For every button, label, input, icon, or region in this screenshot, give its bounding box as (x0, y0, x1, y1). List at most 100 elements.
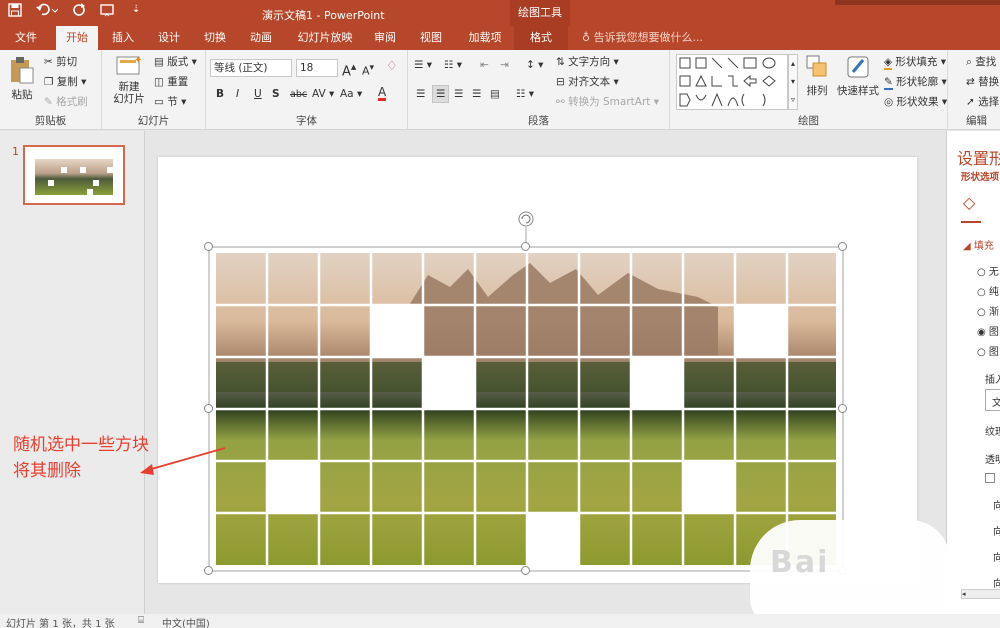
font-size-dropdown[interactable]: 18 (296, 59, 338, 77)
change-case-button[interactable]: Aa ▾ (340, 88, 362, 100)
tab-home[interactable]: 开始 (56, 26, 98, 50)
fill-option-none-label: 无 (988, 267, 999, 278)
replace-button[interactable]: ⇄ 替换 (966, 74, 999, 89)
shrink-font-button[interactable]: A▾ (362, 62, 374, 78)
shape-outline-button[interactable]: ✎ 形状轮廓 ▾ (884, 74, 947, 90)
rotate-handle-icon[interactable] (518, 211, 534, 227)
align-right-button[interactable]: ☰ (454, 88, 463, 100)
tab-format[interactable]: 格式 (514, 26, 568, 50)
language-status[interactable]: 中文(中国) (162, 615, 210, 628)
align-text-button[interactable]: ⊟ 对齐文本 ▾ (556, 74, 619, 89)
tab-addins[interactable]: 加载项 (462, 26, 508, 50)
tab-design[interactable]: 设计 (152, 26, 186, 50)
increase-indent-button[interactable]: ⇥ (500, 59, 509, 71)
drawing-group: ▴ ▾ ▿ 排列 快速样式 ◈ 形状填充 ▾ ✎ 形状轮廓 ▾ ◎ 形状效果 ▾ 绘… (670, 50, 948, 130)
gallery-scroll[interactable]: ▴ ▾ ▿ (788, 54, 798, 110)
line-spacing-button[interactable]: ↕ ▾ (526, 59, 543, 71)
tab-view[interactable]: 视图 (414, 26, 448, 50)
resize-handle-r[interactable] (838, 404, 847, 413)
distributed-button[interactable]: ▤ (490, 88, 500, 100)
resize-handle-l[interactable] (204, 404, 213, 413)
clear-formatting-icon[interactable]: ♢ (386, 59, 398, 74)
spell-check-icon[interactable]: ⌸ (138, 615, 144, 626)
active-tab-underline (961, 221, 981, 223)
align-text-icon: ⊟ (556, 76, 565, 88)
pane-scrollbar[interactable]: ◂ (961, 589, 1000, 599)
annotation-text: 随机选中一些方块 将其删除 (13, 432, 149, 484)
numbering-button[interactable]: ☷ ▾ (444, 59, 462, 71)
italic-button[interactable]: I (236, 88, 239, 100)
offset-label-2: 向 (993, 523, 1000, 538)
char-spacing-label: AV (312, 88, 326, 100)
customize-toolbar-icon[interactable]: ⇣ (132, 3, 140, 21)
fill-option-none[interactable]: ○ 无 (977, 263, 999, 278)
arrange-label: 排列 (806, 85, 828, 97)
slide-number: 1 (12, 145, 19, 158)
fill-line-icon[interactable]: ◇ (963, 193, 975, 212)
shadow-button[interactable]: S (272, 88, 280, 100)
tab-slideshow[interactable]: 幻灯片放映 (294, 26, 356, 50)
grow-font-button[interactable]: A▴ (342, 60, 356, 79)
tab-file[interactable]: 文件 (8, 26, 44, 50)
resize-handle-tr[interactable] (838, 242, 847, 251)
fill-option-solid[interactable]: ○ 纯 (977, 283, 999, 298)
layout-button[interactable]: ▤ 版式 ▾ (154, 54, 197, 69)
tab-transitions[interactable]: 切换 (198, 26, 232, 50)
fill-option-picture[interactable]: ◉ 图 (977, 323, 999, 338)
char-spacing-button[interactable]: AV ▾ (312, 88, 334, 100)
scissors-icon: ✂ (44, 56, 53, 68)
resize-handle-tl[interactable] (204, 242, 213, 251)
resize-handle-b[interactable] (521, 566, 530, 575)
convert-smartart-button[interactable]: ⚯ 转换为 SmartArt ▾ (556, 94, 659, 109)
pane-title: 设置形 (957, 149, 1000, 168)
justify-button[interactable]: ☰ (472, 88, 481, 100)
quick-styles-button[interactable]: 快速样式 (834, 54, 882, 98)
font-name-value: 等线 (正文) (210, 59, 292, 77)
align-left-button[interactable]: ☰ (416, 88, 425, 100)
bullets-button[interactable]: ☰ ▾ (414, 59, 432, 71)
fill-section-header[interactable]: ◢ 填充 (963, 237, 994, 252)
shape-fill-button[interactable]: ◈ 形状填充 ▾ (884, 54, 946, 70)
select-button[interactable]: ➚ 选择 (966, 94, 999, 109)
align-center-button[interactable]: ☰ (432, 85, 450, 103)
thumbnail-pane: 1 (0, 131, 145, 614)
fill-option-gradient[interactable]: ○ 渐 (977, 303, 999, 318)
bold-button[interactable]: B (216, 88, 224, 100)
paint-bucket-icon: ◈ (884, 56, 893, 70)
start-from-beginning-icon[interactable] (100, 3, 118, 21)
columns-button[interactable]: ☷ ▾ (516, 88, 534, 100)
font-name-dropdown[interactable]: 等线 (正文) (210, 59, 292, 77)
resize-handle-bl[interactable] (204, 566, 213, 575)
shape-effects-button[interactable]: ◎ 形状效果 ▾ (884, 94, 947, 109)
tile-checkbox[interactable] (985, 473, 995, 483)
redo-icon[interactable] (72, 3, 86, 21)
section-button[interactable]: ▭ 节 ▾ (154, 94, 186, 109)
undo-icon[interactable] (36, 3, 59, 21)
shapes-gallery[interactable] (676, 54, 788, 110)
drawing-group-label: 绘图 (798, 115, 819, 127)
tab-animations[interactable]: 动画 (244, 26, 278, 50)
insert-file-button[interactable]: 文 (985, 389, 1000, 411)
strikethrough-button[interactable]: abc (290, 89, 307, 100)
decrease-indent-button[interactable]: ⇤ (480, 59, 489, 71)
cut-button[interactable]: ✂ 剪切 (44, 54, 77, 69)
format-painter-button[interactable]: ✎ 格式刷 (44, 94, 88, 109)
arrange-button[interactable]: 排列 (802, 54, 832, 98)
slide-thumbnail[interactable] (23, 145, 125, 205)
resize-handle-t[interactable] (521, 242, 530, 251)
find-button[interactable]: ⌕ 查找 (966, 54, 996, 69)
tab-insert[interactable]: 插入 (106, 26, 140, 50)
new-slide-button[interactable]: ✦ 新建 幻灯片 (106, 54, 152, 105)
copy-button[interactable]: ❐ 复制 ▾ (44, 74, 86, 89)
status-bar: 幻灯片 第 1 张，共 1 张 ⌸ 中文(中国) (0, 614, 1000, 628)
save-icon[interactable] (8, 3, 22, 21)
tell-me-box[interactable]: ♁ 告诉我您想要做什么... (582, 30, 703, 46)
font-color-button[interactable]: A (378, 86, 387, 101)
reset-button[interactable]: ◫ 重置 (154, 74, 188, 89)
paste-button[interactable]: 粘贴 (6, 56, 38, 102)
underline-button[interactable]: U (254, 88, 262, 100)
text-direction-button[interactable]: ⇅ 文字方向 ▾ (556, 54, 619, 69)
tab-review[interactable]: 审阅 (368, 26, 402, 50)
shape-options-tab[interactable]: 形状选项 (961, 169, 999, 183)
fill-option-pattern[interactable]: ○ 图 (977, 343, 999, 358)
